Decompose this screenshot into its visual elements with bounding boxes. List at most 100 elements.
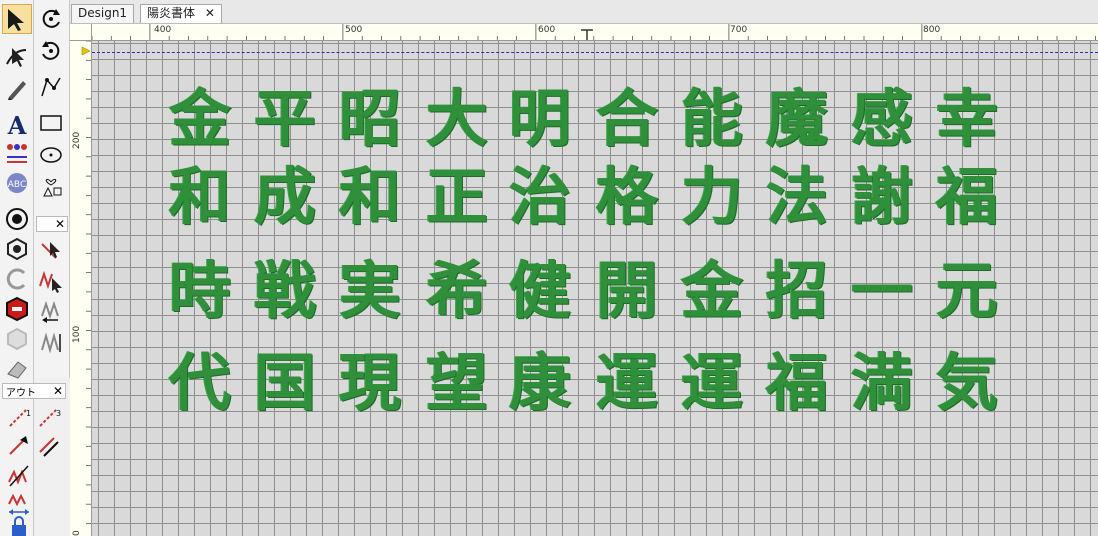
shapes-icon[interactable] <box>36 170 66 200</box>
ellipse-icon[interactable] <box>36 140 66 170</box>
embroidery-glyph[interactable]: 力 <box>677 161 747 233</box>
embroidery-glyph[interactable]: 和 <box>165 161 235 233</box>
embroidery-glyph[interactable]: 平 <box>250 83 320 155</box>
rotate-ccw-icon[interactable] <box>36 36 66 66</box>
svg-text:1: 1 <box>26 409 31 418</box>
close-icon[interactable]: ✕ <box>53 384 63 398</box>
tab-design1[interactable]: Design1 <box>71 4 135 23</box>
embroidery-glyph[interactable]: 明 <box>505 83 575 155</box>
cursor-stitch-icon[interactable] <box>36 236 66 266</box>
embroidery-glyph[interactable]: 格 <box>592 161 662 233</box>
embroidery-glyph[interactable]: 時 <box>165 255 235 327</box>
people-icon[interactable] <box>2 138 32 168</box>
embroidery-glyph[interactable]: 謝 <box>847 161 917 233</box>
embroidery-glyph[interactable]: 代 <box>165 347 235 419</box>
embroidery-glyph[interactable]: 昭 <box>335 83 405 155</box>
embroidery-glyph[interactable]: 大 <box>422 83 492 155</box>
embroidery-glyph[interactable]: 治 <box>505 161 575 233</box>
svg-text:3: 3 <box>56 409 61 418</box>
embroidery-glyph[interactable]: 運 <box>592 347 662 419</box>
close-icon[interactable]: ✕ <box>205 6 215 20</box>
hexagon-light-icon[interactable] <box>2 324 32 354</box>
close-icon[interactable]: ✕ <box>55 217 65 231</box>
select-arrow-icon[interactable] <box>2 4 32 34</box>
embroidery-glyph[interactable]: 健 <box>505 255 575 327</box>
embroidery-glyph[interactable]: 能 <box>677 83 747 155</box>
text-icon[interactable]: A <box>2 110 32 140</box>
hexagon-icon[interactable] <box>2 234 32 264</box>
rotate-cw-icon[interactable] <box>36 4 66 34</box>
embroidery-glyph[interactable]: 正 <box>422 161 492 233</box>
circle-target-icon[interactable] <box>2 204 32 234</box>
tab-label: Design1 <box>78 6 128 20</box>
embroidery-glyph[interactable]: 気 <box>932 347 1002 419</box>
ruler-label: 200 <box>72 131 82 149</box>
outline-double-icon[interactable] <box>34 430 64 460</box>
ruler-label: 0 <box>72 530 82 536</box>
tool-panel-header: ✕ <box>36 216 68 232</box>
rectangle-icon[interactable] <box>36 108 66 138</box>
node-edit-icon[interactable] <box>36 72 66 102</box>
outline-panel-header: アウト ✕ <box>2 383 66 399</box>
eraser-icon[interactable] <box>2 354 32 384</box>
embroidery-glyph[interactable]: 希 <box>422 255 492 327</box>
outline-arrow-icon[interactable] <box>4 430 34 460</box>
outline-panel-title: アウト <box>6 387 36 399</box>
lock-icon[interactable] <box>4 516 34 536</box>
embroidery-glyph[interactable]: 合 <box>592 83 662 155</box>
pen-icon[interactable] <box>2 74 32 104</box>
zigzag-arrow-icon[interactable] <box>36 296 66 326</box>
ruler-label: 700 <box>730 25 748 35</box>
outline-3-icon[interactable]: 3 <box>34 402 64 432</box>
guide-line <box>92 52 1098 53</box>
zigzag-cursor-icon[interactable] <box>36 266 66 296</box>
embroidery-glyph[interactable]: 成 <box>250 161 320 233</box>
tab-kagero-font[interactable]: 陽炎書体 ✕ <box>140 4 222 23</box>
tab-label: 陽炎書体 <box>147 6 196 20</box>
embroidery-glyph[interactable]: 福 <box>932 161 1002 233</box>
embroidery-glyph[interactable]: 金 <box>677 255 747 327</box>
zigzag-gray-icon[interactable] <box>36 328 66 358</box>
main-toolbar: A ABC アウト ✕ 1 3 <box>0 0 66 536</box>
ruler-ticks <box>92 24 1096 40</box>
outline-zigzag-icon[interactable] <box>4 460 34 490</box>
stop-hex-icon[interactable] <box>2 294 32 324</box>
embroidery-glyph[interactable]: 元 <box>932 255 1002 327</box>
monogram-icon[interactable]: ABC <box>2 168 32 198</box>
embroidery-glyph[interactable]: 福 <box>762 347 832 419</box>
embroidery-glyph[interactable]: 魔 <box>762 83 832 155</box>
embroidery-glyph[interactable]: 望 <box>422 347 492 419</box>
secondary-toolbar: ✕ <box>34 0 70 378</box>
ruler-corner <box>70 24 92 41</box>
embroidery-glyph[interactable]: 法 <box>762 161 832 233</box>
embroidery-glyph[interactable]: 金 <box>165 83 235 155</box>
ruler-ticks <box>81 41 91 524</box>
horizontal-ruler[interactable]: 400 500 600 700 800 <box>92 24 1098 41</box>
embroidery-glyph[interactable]: 招 <box>762 255 832 327</box>
outline-1-icon[interactable]: 1 <box>4 402 34 432</box>
embroidery-glyph[interactable]: 開 <box>592 255 662 327</box>
embroidery-glyph[interactable]: 幸 <box>932 83 1002 155</box>
embroidery-glyph[interactable]: 実 <box>335 255 405 327</box>
ruler-label: 400 <box>154 25 172 35</box>
outline-icon[interactable] <box>2 264 32 294</box>
embroidery-glyph[interactable]: 戦 <box>250 255 320 327</box>
ruler-label: 500 <box>345 25 363 35</box>
embroidery-glyph[interactable]: 和 <box>335 161 405 233</box>
vertical-ruler[interactable]: 200 100 0 <box>70 41 92 536</box>
embroidery-glyph[interactable]: 満 <box>847 347 917 419</box>
ruler-marker-icon[interactable] <box>580 29 594 41</box>
embroidery-glyph[interactable]: 運 <box>677 347 747 419</box>
document-tab-bar: Design1 陽炎書体 ✕ <box>70 0 1098 24</box>
embroidery-glyph[interactable]: 一 <box>847 255 917 327</box>
ruler-label: 600 <box>538 25 556 35</box>
reshape-icon[interactable] <box>2 42 32 72</box>
embroidery-glyph[interactable]: 感 <box>847 83 917 155</box>
ruler-label: 800 <box>923 25 941 35</box>
svg-text:A: A <box>7 112 27 138</box>
embroidery-glyph[interactable]: 現 <box>335 347 405 419</box>
design-canvas[interactable]: 金平昭大明合能魔感幸和成和正治格力法謝福時戦実希健開金招一元代国現望康運運福満気 <box>92 41 1098 536</box>
svg-text:ABC: ABC <box>8 180 26 190</box>
embroidery-glyph[interactable]: 国 <box>250 347 320 419</box>
embroidery-glyph[interactable]: 康 <box>505 347 575 419</box>
